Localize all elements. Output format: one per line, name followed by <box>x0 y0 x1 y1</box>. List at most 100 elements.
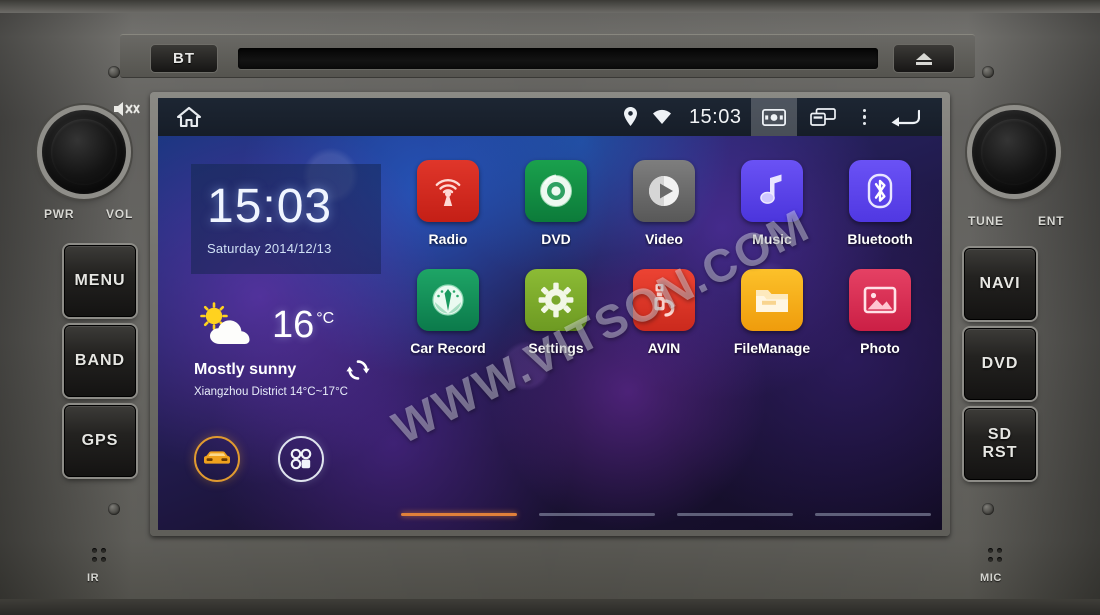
play-circle-icon <box>649 176 679 206</box>
car-icon <box>204 451 230 464</box>
statusbar-clock: 15:03 <box>688 105 742 128</box>
bluetooth-icon <box>867 173 893 209</box>
faceplate-screw <box>108 503 120 515</box>
navi-button[interactable]: NAVI <box>964 248 1036 320</box>
weather-widget[interactable]: 16 °C Mostly sunny Xiangzhou District 14°… <box>178 296 384 416</box>
app-avin[interactable]: AVIN <box>610 269 718 356</box>
microphone <box>988 548 1002 562</box>
menu-button[interactable]: MENU <box>64 245 136 317</box>
status-icons: 15:03 <box>617 98 942 136</box>
app-music[interactable]: Music <box>718 160 826 247</box>
knob-label-tune: TUNE <box>968 214 1004 228</box>
music-note-icon <box>760 174 782 204</box>
location-pin-icon <box>623 107 637 126</box>
app-music-label: Music <box>752 231 792 247</box>
app-filemanage-icon-tile <box>741 269 803 331</box>
app-car-record-icon-tile <box>417 269 479 331</box>
status-bar: 15:03 <box>158 98 942 136</box>
ir-label: IR <box>87 572 100 584</box>
app-settings-icon-tile <box>525 269 587 331</box>
weather-temp-value: 16 <box>272 304 315 346</box>
app-avin-icon-tile <box>633 269 695 331</box>
clock-widget[interactable]: 15:03 Saturday 2014/12/13 <box>191 164 381 274</box>
tune-enter-knob[interactable] <box>972 110 1056 194</box>
gauge-icon <box>432 284 464 316</box>
app-video-label: Video <box>645 231 683 247</box>
recents-button[interactable] <box>797 98 849 136</box>
app-bluetooth-icon-tile <box>849 160 911 222</box>
sd-rst-button[interactable]: SD RST <box>964 408 1036 480</box>
page-indicator <box>401 513 931 516</box>
page-indicator-dot-3[interactable] <box>677 513 793 516</box>
weather-location-range: Xiangzhou District 14°C~17°C <box>194 386 348 398</box>
knob-label-ent: ENT <box>1038 214 1065 228</box>
wifi-icon <box>652 109 671 124</box>
app-video[interactable]: Video <box>610 160 718 247</box>
disc-icon <box>540 174 572 207</box>
app-radio-label: Radio <box>428 231 468 247</box>
disc-slot[interactable] <box>238 48 878 69</box>
band-button[interactable]: BAND <box>64 325 136 397</box>
radio-broadcast-icon <box>435 178 461 206</box>
app-filemanage-label: FileManage <box>733 340 811 356</box>
bt-button[interactable]: BT <box>150 44 218 73</box>
app-car-record-label: Car Record <box>410 340 486 356</box>
page-indicator-dot-1[interactable] <box>401 513 517 516</box>
app-dvd-label: DVD <box>541 231 571 247</box>
dvd-button[interactable]: DVD <box>964 328 1036 400</box>
app-video-icon-tile <box>633 160 695 222</box>
eject-icon <box>916 52 932 65</box>
sun-behind-cloud-icon <box>200 302 250 344</box>
app-dvd[interactable]: DVD <box>502 160 610 247</box>
app-dvd-icon-tile <box>525 160 587 222</box>
app-photo-label: Photo <box>860 340 900 356</box>
app-filemanage[interactable]: FileManage <box>718 269 826 356</box>
app-settings[interactable]: Settings <box>502 269 610 356</box>
gps-button[interactable]: GPS <box>64 405 136 477</box>
app-settings-label: Settings <box>528 340 584 356</box>
app-bluetooth[interactable]: Bluetooth <box>826 160 934 247</box>
screen-bezel: 15:03 15:03 Saturday 2014/12/13 16 °C Mo… <box>150 92 950 536</box>
home-button[interactable] <box>176 105 202 129</box>
faceplate-screw <box>982 503 994 515</box>
screenshot-button[interactable] <box>750 98 797 136</box>
knob-label-pwr: PWR <box>44 207 75 221</box>
apps-grid-icon <box>290 448 312 470</box>
location-status <box>617 98 644 136</box>
home-icon <box>176 106 202 128</box>
page-indicator-dot-2[interactable] <box>539 513 655 516</box>
faceplate-screw <box>982 66 994 78</box>
app-music-icon-tile <box>741 160 803 222</box>
weather-temp-unit: °C <box>316 310 335 328</box>
clock-widget-date: Saturday 2014/12/13 <box>207 240 332 256</box>
page-indicator-dot-4[interactable] <box>815 513 931 516</box>
mic-label: MIC <box>980 572 1002 584</box>
eject-button[interactable] <box>893 44 955 73</box>
app-radio[interactable]: Radio <box>394 160 502 247</box>
car-head-unit: BT PWR VOL MENU BAND GPS TUNE ENT NAVI D… <box>0 0 1100 615</box>
app-car-record[interactable]: Car Record <box>394 269 502 356</box>
app-radio-icon-tile <box>417 160 479 222</box>
recents-icon <box>809 108 836 126</box>
weather-condition: Mostly sunny <box>194 361 297 378</box>
gear-icon <box>538 282 574 318</box>
car-mode-button[interactable] <box>194 436 240 482</box>
overflow-menu-button[interactable] <box>849 98 881 136</box>
overflow-menu-icon <box>862 108 866 113</box>
app-drawer-button[interactable] <box>278 436 324 482</box>
screenshot-icon <box>761 108 786 126</box>
back-button[interactable] <box>880 98 936 136</box>
sd-rst-line2: RST <box>982 444 1018 461</box>
app-grid: Radio DVD Video Music Bluetooth Car Reco… <box>394 160 934 356</box>
image-icon <box>863 286 897 314</box>
sd-rst-line1: SD <box>987 425 1013 443</box>
folder-icon <box>756 290 788 312</box>
power-volume-knob[interactable] <box>42 110 126 194</box>
app-avin-label: AVIN <box>647 340 681 356</box>
ir-receiver <box>92 548 106 562</box>
back-arrow-icon <box>891 109 920 127</box>
app-bluetooth-label: Bluetooth <box>847 231 913 247</box>
touchscreen[interactable]: 15:03 15:03 Saturday 2014/12/13 16 °C Mo… <box>158 98 942 530</box>
refresh-icon[interactable] <box>346 358 370 382</box>
app-photo[interactable]: Photo <box>826 269 934 356</box>
